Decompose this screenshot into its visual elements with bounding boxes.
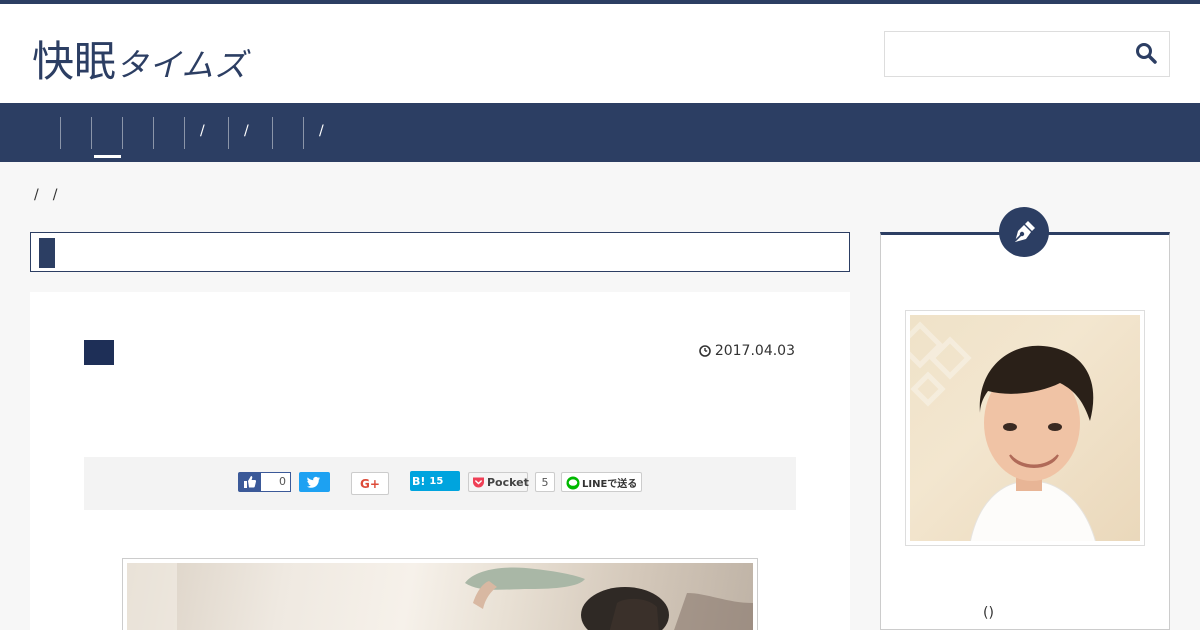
google-plus-label: G+ bbox=[360, 476, 380, 491]
nav-item-2[interactable] bbox=[91, 117, 122, 149]
nav-item-7[interactable] bbox=[272, 117, 303, 149]
clock-icon bbox=[699, 345, 711, 357]
author-photo-image bbox=[910, 315, 1140, 541]
nav-item-6[interactable]: / bbox=[228, 117, 272, 149]
nav-active-indicator bbox=[94, 155, 121, 158]
pocket-button[interactable]: Pocket bbox=[468, 472, 529, 492]
hatena-bookmark-button[interactable]: B! 15 bbox=[410, 471, 460, 491]
nav-item-8[interactable]: / bbox=[303, 117, 347, 149]
logo-kana: タイムズ bbox=[116, 45, 248, 84]
search-box bbox=[884, 31, 1170, 77]
thumbs-up-icon bbox=[244, 476, 257, 488]
logo-text: 快眠タイムズ bbox=[32, 28, 247, 89]
share-buttons: 0 G+ B! 15 Pocket 5 LINEで送る bbox=[84, 457, 796, 510]
page-title-box bbox=[30, 232, 850, 272]
category-badge[interactable] bbox=[84, 340, 114, 365]
author-caption: () bbox=[983, 605, 994, 621]
site-header: 快眠タイムズ bbox=[0, 4, 1200, 103]
title-accent-bar bbox=[39, 238, 55, 268]
nav-item-3[interactable] bbox=[122, 117, 153, 149]
global-nav: / / / bbox=[0, 103, 1200, 162]
nav-separator: / bbox=[319, 123, 324, 139]
search-icon bbox=[1136, 43, 1157, 64]
fountain-pen-icon bbox=[1014, 221, 1035, 242]
search-input[interactable] bbox=[893, 40, 1123, 68]
breadcrumb: / / bbox=[34, 187, 71, 203]
line-icon bbox=[566, 476, 580, 490]
hatena-label: B! bbox=[412, 474, 426, 488]
nav-item-1[interactable] bbox=[60, 117, 91, 149]
article-card: 2017.04.03 0 G+ B! 15 Pocket 5 LINEで送る bbox=[30, 292, 850, 630]
pocket-count-text: 5 bbox=[541, 475, 549, 489]
pocket-count: 5 bbox=[535, 472, 555, 492]
twitter-bird-icon bbox=[307, 476, 320, 488]
breadcrumb-separator: / bbox=[34, 187, 39, 203]
pocket-icon bbox=[473, 477, 484, 488]
pillow-fight-illustration bbox=[127, 563, 753, 630]
nav-separator: / bbox=[244, 123, 249, 139]
search-button[interactable] bbox=[1135, 42, 1161, 68]
line-share-button[interactable]: LINEで送る bbox=[561, 472, 642, 492]
nav-item-5[interactable]: / bbox=[184, 117, 228, 149]
breadcrumb-separator: / bbox=[52, 187, 58, 203]
author-photo bbox=[905, 310, 1145, 546]
pocket-label: Pocket bbox=[487, 475, 529, 489]
post-date-text: 2017.04.03 bbox=[714, 343, 795, 359]
line-label: LINEで送る bbox=[582, 478, 638, 490]
google-plus-button[interactable]: G+ bbox=[351, 472, 389, 495]
nav-item-4[interactable] bbox=[153, 117, 184, 149]
nav-separator: / bbox=[200, 123, 205, 139]
facebook-like-button[interactable]: 0 bbox=[238, 472, 291, 492]
pen-badge bbox=[999, 207, 1049, 257]
logo-kanji: 快眠 bbox=[32, 36, 117, 86]
hatena-count: 15 bbox=[429, 475, 444, 487]
sidebar-profile-widget: () bbox=[880, 207, 1170, 630]
post-date: 2017.04.03 bbox=[699, 343, 795, 359]
site-logo[interactable]: 快眠タイムズ bbox=[32, 28, 247, 88]
twitter-button[interactable] bbox=[299, 472, 330, 492]
article-eyecatch-image bbox=[122, 558, 758, 630]
author-portrait bbox=[910, 321, 1096, 541]
photo-content bbox=[127, 563, 753, 630]
facebook-count: 0 bbox=[260, 472, 291, 492]
